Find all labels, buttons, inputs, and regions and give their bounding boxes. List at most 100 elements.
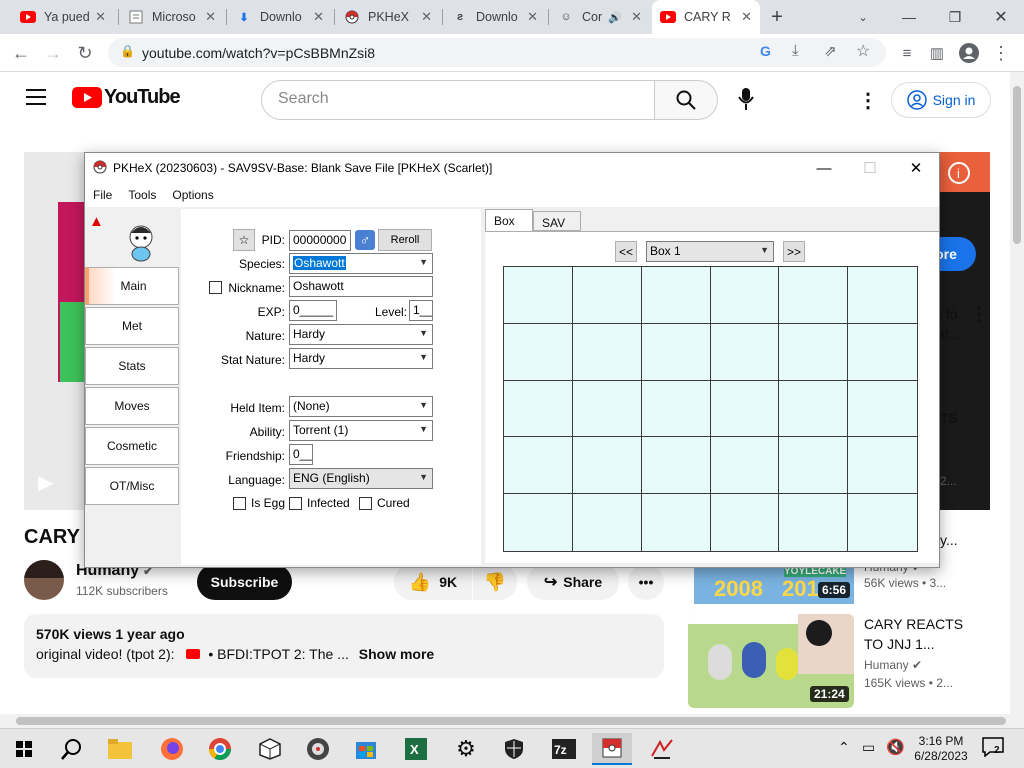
stat-nature-select[interactable]: Hardy ▼ bbox=[289, 348, 433, 369]
box-prev-button[interactable]: << bbox=[615, 241, 637, 262]
box-slot[interactable] bbox=[573, 494, 642, 551]
ability-select[interactable]: Torrent (1) ▼ bbox=[289, 420, 433, 441]
related-thumbnail[interactable]: 21:24 bbox=[688, 614, 854, 708]
browser-tab-active[interactable]: CARY R ✕ bbox=[652, 0, 760, 34]
browser-tab[interactable]: ⬇ Downlo ✕ bbox=[228, 0, 332, 34]
box-slot[interactable] bbox=[848, 267, 917, 324]
side-panel-icon[interactable]: ▥ bbox=[922, 38, 952, 68]
box-slot[interactable] bbox=[504, 380, 573, 438]
browser-tab[interactable]: ƨ Downlo ✕ bbox=[444, 0, 546, 34]
play-icon[interactable]: ▶ bbox=[38, 470, 53, 495]
microphone-icon[interactable] bbox=[736, 86, 756, 114]
box-slot[interactable] bbox=[572, 323, 642, 381]
tab-moves[interactable]: Moves bbox=[85, 387, 179, 425]
network-icon[interactable]: ▭ bbox=[862, 739, 875, 756]
box-slot[interactable] bbox=[504, 323, 573, 381]
tab-box[interactable]: Box bbox=[485, 209, 533, 231]
box-slot[interactable] bbox=[642, 494, 711, 551]
box-slot[interactable] bbox=[779, 380, 849, 438]
profile-icon[interactable] bbox=[954, 38, 984, 68]
warning-icon[interactable]: ▲ bbox=[89, 213, 104, 230]
description-box[interactable]: 570K views 1 year ago original video! (t… bbox=[24, 614, 664, 678]
back-button[interactable]: ← bbox=[6, 38, 36, 68]
close-icon[interactable]: ✕ bbox=[95, 9, 106, 25]
browser-tab[interactable]: Microso ✕ bbox=[120, 0, 224, 34]
security-shield-icon[interactable] bbox=[498, 733, 530, 765]
description-link[interactable]: • BFDI:TPOT 2: The ... bbox=[208, 646, 349, 662]
held-item-select[interactable]: (None) ▼ bbox=[289, 396, 433, 417]
tab-stats[interactable]: Stats bbox=[85, 347, 179, 385]
menu-tools[interactable]: Tools bbox=[120, 188, 164, 202]
box-slot[interactable] bbox=[779, 494, 849, 551]
tab-main[interactable]: Main bbox=[85, 267, 179, 305]
box-slot[interactable] bbox=[572, 267, 642, 324]
box-next-button[interactable]: >> bbox=[783, 241, 805, 262]
close-icon[interactable]: ✕ bbox=[741, 9, 752, 25]
browser-tab[interactable]: ☺ Cor 🔊 ✕ bbox=[550, 0, 650, 34]
box-slot[interactable] bbox=[848, 381, 917, 438]
share-icon[interactable]: ⇗ bbox=[824, 42, 837, 60]
media-icon[interactable]: ≡ bbox=[892, 38, 922, 68]
box-slot[interactable] bbox=[641, 437, 711, 495]
box-slot[interactable] bbox=[572, 380, 642, 438]
scrollbar-thumb[interactable] bbox=[16, 717, 1006, 725]
is-egg-checkbox[interactable] bbox=[233, 497, 246, 510]
minimize-button[interactable]: — bbox=[886, 0, 932, 34]
box-slot[interactable] bbox=[779, 437, 849, 495]
pkhex-taskbar-icon[interactable] bbox=[592, 733, 632, 765]
subscribe-button[interactable]: Subscribe bbox=[197, 564, 292, 600]
box-slot[interactable] bbox=[710, 380, 780, 438]
maximize-button[interactable]: ☐ bbox=[847, 153, 893, 183]
level-field[interactable]: 1__ bbox=[409, 300, 433, 321]
box-slot[interactable] bbox=[710, 323, 780, 381]
box-slot[interactable] bbox=[848, 494, 917, 551]
box-slot[interactable] bbox=[779, 323, 849, 381]
gender-male-icon[interactable]: ♂ bbox=[355, 230, 375, 250]
restore-button[interactable]: ❐ bbox=[932, 0, 978, 34]
chevron-up-icon[interactable]: ⌃ bbox=[838, 739, 850, 756]
box-slot[interactable] bbox=[641, 380, 711, 438]
new-tab-button[interactable]: + bbox=[766, 6, 788, 28]
sign-in-button[interactable]: Sign in bbox=[891, 82, 991, 118]
infected-checkbox[interactable] bbox=[289, 497, 302, 510]
install-icon[interactable]: ⤓ bbox=[792, 42, 799, 59]
dislike-button[interactable]: 👎 bbox=[473, 564, 517, 600]
like-button[interactable]: 👍 9K bbox=[394, 564, 472, 600]
search-icon[interactable] bbox=[56, 733, 88, 765]
nickname-field[interactable]: Oshawott bbox=[289, 276, 433, 297]
reroll-button[interactable]: Reroll bbox=[378, 229, 432, 251]
box-slot[interactable] bbox=[710, 437, 780, 495]
youtube-logo[interactable]: YouTube bbox=[72, 86, 181, 109]
friendship-field[interactable]: 0__ bbox=[289, 444, 313, 465]
nature-select[interactable]: Hardy ▼ bbox=[289, 324, 433, 345]
shiny-star-button[interactable]: ☆ bbox=[233, 229, 255, 251]
reload-button[interactable]: ↻ bbox=[70, 38, 100, 68]
close-icon[interactable]: ✕ bbox=[313, 9, 324, 25]
forward-button[interactable]: → bbox=[38, 38, 68, 68]
address-bar[interactable]: 🔒 youtube.com/watch?v=pCsBBMnZsi8 G ⤓ ⇗ … bbox=[108, 38, 886, 67]
close-icon[interactable]: ✕ bbox=[205, 9, 216, 25]
google-icon[interactable]: G bbox=[760, 43, 771, 59]
7zip-icon[interactable]: 7z bbox=[548, 733, 580, 765]
store-icon[interactable] bbox=[350, 733, 382, 765]
more-actions-button[interactable]: ••• bbox=[628, 564, 664, 600]
related-title-fragment[interactable]: t to st... bbox=[938, 304, 961, 344]
tab-cosmetic[interactable]: Cosmetic bbox=[85, 427, 179, 465]
tab-ot-misc[interactable]: OT/Misc bbox=[85, 467, 179, 505]
box-slot[interactable] bbox=[504, 267, 573, 324]
language-select[interactable]: ENG (English) ▼ bbox=[289, 468, 433, 489]
search-button[interactable] bbox=[654, 80, 718, 120]
clock[interactable]: 3:16 PM 6/28/2023 bbox=[908, 734, 974, 764]
tab-met[interactable]: Met bbox=[85, 307, 179, 345]
settings-gear-icon[interactable]: ⚙ bbox=[450, 733, 482, 765]
box-slot[interactable] bbox=[848, 437, 917, 495]
more-actions-icon[interactable]: ⋮ bbox=[970, 304, 988, 325]
file-explorer-icon[interactable] bbox=[104, 733, 136, 765]
box-slot[interactable] bbox=[710, 267, 780, 324]
windows-start-icon[interactable] bbox=[8, 733, 40, 765]
box-slot[interactable] bbox=[504, 437, 573, 495]
video-info-icon[interactable]: i bbox=[940, 152, 990, 192]
close-window-button[interactable]: ✕ bbox=[893, 153, 939, 183]
chrome-menu-icon[interactable]: ⋮ bbox=[986, 38, 1016, 68]
share-button[interactable]: ↪ Share bbox=[527, 564, 619, 600]
